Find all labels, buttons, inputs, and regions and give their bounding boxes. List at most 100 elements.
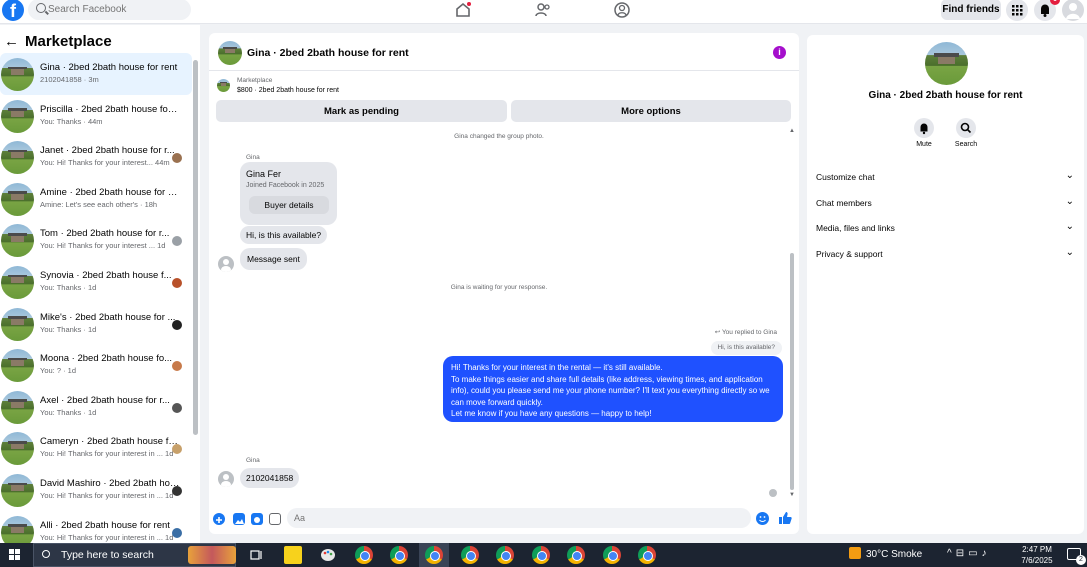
chat-tray-icon[interactable]: ▭ (968, 548, 981, 559)
more-options-button[interactable]: More options (511, 100, 791, 122)
task-view-icon[interactable] (248, 546, 266, 564)
search-box[interactable] (28, 0, 191, 20)
details-section-label: Customize chat (816, 172, 875, 182)
incoming-message[interactable]: Message sent (240, 248, 307, 270)
photo-icon[interactable] (233, 513, 245, 525)
mute-action[interactable]: Mute (906, 118, 942, 148)
find-friends-button[interactable]: Find friends (941, 0, 1001, 20)
conversation-preview: You: Hi! Thanks for your interest in ...… (40, 449, 174, 459)
chrome-icon[interactable] (355, 546, 373, 564)
outgoing-message[interactable]: Hi! Thanks for your interest in the rent… (443, 356, 783, 422)
volume-icon[interactable]: ♪ (982, 548, 991, 559)
sender-avatar[interactable] (218, 256, 234, 272)
friends-icon[interactable] (534, 1, 552, 19)
search-input[interactable] (48, 1, 188, 17)
search-highlight-image[interactable] (188, 546, 236, 564)
sticky-notes-icon[interactable] (284, 546, 302, 564)
conversation-item[interactable]: Cameryn · 2bed 2bath house for... You: Hi… (0, 427, 192, 469)
search-action[interactable]: Search (948, 118, 984, 148)
incoming-message[interactable]: 2102041858 (240, 468, 300, 488)
home-icon[interactable] (454, 1, 472, 19)
back-arrow-icon[interactable]: ← (4, 33, 19, 50)
top-bar: f Find friends 6 (0, 0, 1087, 24)
sidebar-header: ← Marketplace (4, 33, 112, 50)
paint-icon[interactable] (319, 546, 337, 564)
message-input[interactable] (287, 508, 751, 528)
system-message: Gina is waiting for your response. (450, 284, 548, 291)
clock-date: 7/6/2025 (1021, 556, 1053, 565)
action-center-icon[interactable]: 2 (1067, 548, 1086, 565)
listing-price: $800 · 2bed 2bath house for rent (237, 87, 339, 94)
conversation-item[interactable]: Janet · 2bed 2bath house for r... You: Hi… (0, 136, 192, 178)
mute-bell-icon[interactable] (914, 118, 934, 138)
conversation-thumbnail (1, 58, 34, 91)
emoji-icon[interactable] (756, 512, 769, 525)
conversation-thumbnail (1, 349, 34, 383)
buyer-name: Gina Fer (246, 169, 282, 179)
action-center-count: 2 (1076, 555, 1086, 565)
chrome-icon[interactable] (425, 546, 443, 564)
sender-avatar[interactable] (218, 471, 234, 487)
thumbs-up-icon[interactable] (778, 511, 792, 525)
conversation-item[interactable]: Amine · 2bed 2bath house for re... Amine:… (0, 178, 192, 220)
chevron-up-icon[interactable]: ^ (947, 548, 956, 559)
read-receipt-avatar (172, 319, 182, 330)
conversation-item[interactable]: Mike's · 2bed 2bath house for ... You: Th… (0, 303, 192, 345)
windows-taskbar: Type here to search 30°C Smoke ^⊟▭♪ 2:47… (0, 543, 1087, 567)
scroll-down-arrow-icon[interactable]: ▼ (789, 492, 795, 498)
details-avatar[interactable] (925, 42, 968, 85)
conversation-item[interactable]: Axel · 2bed 2bath house for r... You: Tha… (0, 386, 192, 428)
chat-header: Gina · 2bed 2bath house for rent i (209, 33, 799, 71)
read-receipt-avatar (172, 361, 182, 372)
weather-widget[interactable]: 30°C Smoke (849, 547, 922, 560)
windows-start-icon[interactable] (9, 549, 21, 561)
quoted-message[interactable]: Hi, is this available? (710, 341, 782, 355)
menu-grid-icon[interactable] (1006, 0, 1028, 21)
plus-icon[interactable] (213, 513, 225, 525)
conversation-item[interactable]: Priscilla · 2bed 2bath house for r... You… (0, 95, 192, 137)
chrome-icon[interactable] (461, 546, 479, 564)
notifications-icon[interactable]: 6 (1034, 0, 1060, 21)
chrome-icon[interactable] (567, 546, 585, 564)
gif-icon[interactable] (269, 513, 281, 525)
incoming-message[interactable]: Hi, is this available? (240, 226, 328, 244)
conversation-item[interactable]: Moona · 2bed 2bath house fo... You: ? · 1… (0, 344, 192, 386)
chat-scrollbar[interactable] (790, 253, 794, 490)
conversation-preview: You: Hi! Thanks for your interest in ...… (40, 490, 174, 500)
details-section-row[interactable]: Media, files and links ⌄ (816, 219, 1076, 239)
sidebar-scrollbar[interactable] (193, 60, 198, 435)
details-section-row[interactable]: Chat members ⌄ (816, 194, 1076, 214)
scroll-up-arrow-icon[interactable]: ▲ (789, 128, 795, 134)
conversation-item[interactable]: Synovia · 2bed 2bath house f... You: Than… (0, 261, 192, 303)
conversation-item[interactable]: David Mashiro · 2bed 2bath hou... You: Hi… (0, 469, 192, 511)
chrome-icon[interactable] (638, 546, 656, 564)
sticker-icon[interactable] (251, 513, 263, 525)
listing-banner[interactable]: Marketplace $800 · 2bed 2bath house for … (209, 72, 799, 100)
details-section-row[interactable]: Customize chat ⌄ (816, 168, 1076, 188)
conversation-thumbnail (1, 182, 34, 216)
conversation-preview: You: Thanks · 1d (40, 282, 97, 292)
chat-avatar[interactable] (218, 41, 242, 65)
info-icon[interactable]: i (773, 46, 786, 59)
chrome-icon[interactable] (390, 546, 408, 564)
facebook-logo[interactable]: f (2, 0, 24, 21)
account-avatar[interactable] (1062, 0, 1084, 21)
taskbar-clock[interactable]: 2:47 PM 7/6/2025 (1017, 544, 1057, 566)
chat-title[interactable]: Gina · 2bed 2bath house for rent (247, 47, 409, 59)
conversation-item[interactable]: Tom · 2bed 2bath house for r... You: Hi! … (0, 219, 192, 261)
network-icon[interactable]: ⊟ (956, 548, 968, 559)
chrome-icon[interactable] (603, 546, 621, 564)
search-magnifier-icon[interactable] (956, 118, 976, 138)
buyer-details-button[interactable]: Buyer details (249, 196, 329, 214)
chrome-icon[interactable] (532, 546, 550, 564)
conversation-preview: You: Hi! Thanks for your interest in ...… (40, 532, 174, 542)
chrome-icon[interactable] (496, 546, 514, 564)
details-section-row[interactable]: Privacy & support ⌄ (816, 245, 1076, 265)
system-tray[interactable]: ^⊟▭♪ (947, 548, 991, 559)
mark-as-pending-button[interactable]: Mark as pending (216, 100, 507, 122)
conversation-item[interactable]: Gina · 2bed 2bath house for rent 21020418… (0, 53, 192, 95)
taskbar-search-icon (42, 550, 50, 558)
profile-icon[interactable] (613, 1, 631, 19)
conversation-title: Tom · 2bed 2bath house for r... (40, 228, 170, 240)
conversation-item[interactable]: Alli · 2bed 2bath house for rent You: Hi!… (0, 511, 192, 543)
